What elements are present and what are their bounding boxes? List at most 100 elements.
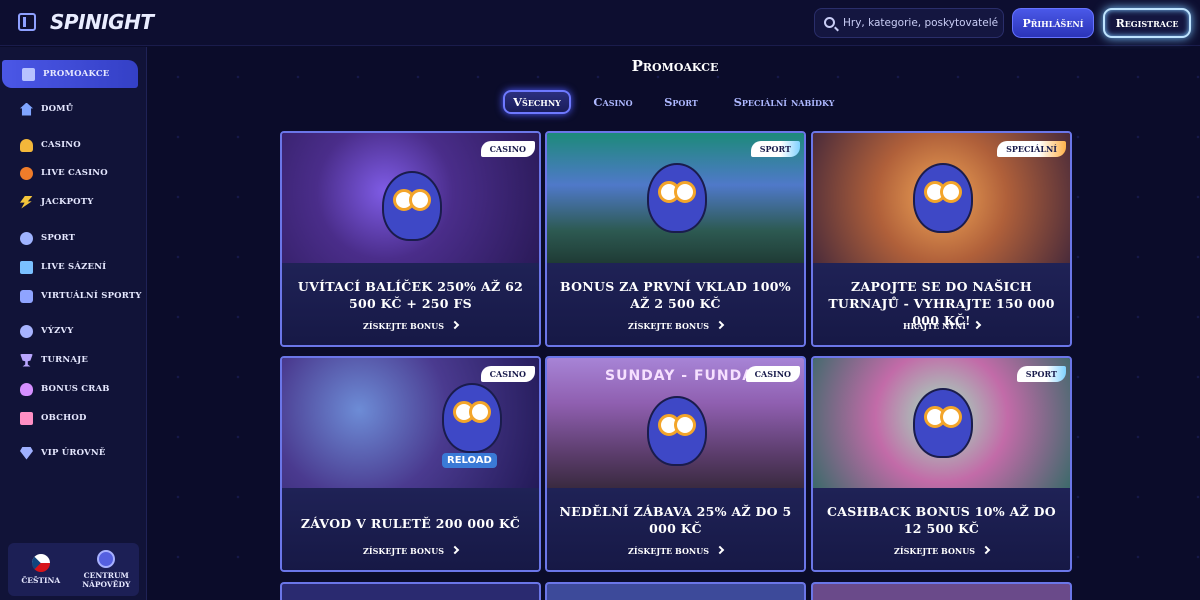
owl-mascot	[913, 163, 973, 233]
sidebar-item-label: Casino	[41, 140, 81, 150]
cta-label: Získejte bonus	[363, 546, 444, 556]
sidebar-item-label: Obchod	[41, 413, 87, 423]
owl-mascot	[647, 163, 707, 233]
sidebar-item-label: Virtuální sporty	[41, 291, 142, 301]
owl-mascot	[442, 383, 502, 453]
sidebar-item-casino[interactable]: Casino	[0, 131, 147, 159]
sidebar-item-bonus-crab[interactable]: Bonus crab	[0, 375, 147, 403]
tab-special-offers[interactable]: Speciální nabídky	[720, 90, 848, 114]
sidebar-item-label: Výzvy	[41, 326, 74, 336]
card-cta-link[interactable]: Získejte bonus	[282, 545, 539, 556]
card-title: Cashback bonus 10% až do 12 500 Kč	[826, 504, 1057, 536]
owl-mascot	[382, 171, 442, 241]
diamond-icon	[20, 446, 33, 460]
sidebar-item-label: Turnaje	[41, 355, 89, 365]
chevron-right-icon	[715, 320, 725, 330]
chevron-right-icon	[715, 545, 725, 555]
cta-label: Získejte bonus	[894, 546, 975, 556]
card-title: Uvítací balíček 250% až 62 500 Kč + 250 …	[297, 279, 524, 311]
cta-label: Získejte bonus	[363, 321, 444, 331]
promo-card-partial[interactable]	[280, 582, 541, 600]
sidebar-item-label: Sport	[41, 233, 76, 243]
tab-sport[interactable]: Sport	[654, 90, 708, 114]
sidebar: Promoakce Domů Casino Live casino Jackpo…	[0, 47, 147, 600]
promo-card[interactable]: Casino Uvítací balíček 250% až 62 500 Kč…	[280, 131, 541, 347]
register-button[interactable]: Registrace	[1103, 8, 1191, 38]
czech-flag-icon	[31, 554, 50, 572]
top-header: SPINIGHT Přihlášení Registrace	[0, 0, 1200, 46]
owl-mascot	[913, 388, 973, 458]
card-cta-link[interactable]: Získejte bonus	[547, 320, 804, 331]
sunday-funday-banner: SUNDAY - FUNDAY	[605, 368, 764, 384]
search-input[interactable]	[843, 17, 1003, 29]
sidebar-item-tournaments[interactable]: Turnaje	[0, 346, 147, 374]
language-label: Čeština	[21, 576, 61, 585]
category-badge: Sport	[1016, 366, 1066, 382]
chevron-right-icon	[981, 545, 991, 555]
crab-icon	[20, 382, 33, 396]
sidebar-item-jackpots[interactable]: Jackpoty	[0, 188, 147, 216]
sidebar-item-label: Bonus crab	[41, 384, 110, 394]
help-label-line2: nápovědy	[82, 580, 131, 589]
category-badge: Casino	[745, 366, 800, 382]
sidebar-item-label: Promoakce	[43, 69, 110, 79]
gift-icon	[22, 67, 35, 81]
sidebar-item-vip[interactable]: VIP úrovně	[0, 439, 147, 467]
login-button[interactable]: Přihlášení	[1012, 8, 1094, 38]
sidebar-item-live-betting[interactable]: Live sázení	[0, 253, 147, 281]
sidebar-item-label: Jackpoty	[41, 197, 94, 207]
shop-icon	[20, 411, 33, 425]
help-icon	[97, 550, 116, 568]
sidebar-toggle-icon[interactable]	[18, 13, 36, 31]
reload-label: RELOAD	[442, 453, 497, 468]
card-cta-link[interactable]: Hrajte nyní	[813, 320, 1070, 331]
owl-mascot	[647, 396, 707, 466]
help-label-line1: Centrum	[83, 571, 129, 580]
tab-casino[interactable]: Casino	[583, 90, 643, 114]
chevron-right-icon	[450, 545, 460, 555]
page-title: Promoakce	[631, 57, 719, 75]
sidebar-footer: Čeština Centrum nápovědy	[8, 543, 139, 596]
sidebar-item-label: Live sázení	[41, 262, 107, 272]
virtual-sports-icon	[20, 289, 33, 303]
category-badge: Casino	[480, 141, 535, 157]
sidebar-item-sport[interactable]: Sport	[0, 224, 147, 252]
sidebar-item-live-casino[interactable]: Live casino	[0, 159, 147, 187]
promo-card[interactable]: Speciální Zapojte se do našich turnajů -…	[811, 131, 1072, 347]
sidebar-item-label: VIP úrovně	[41, 448, 106, 458]
trophy-icon	[20, 353, 33, 367]
cta-label: Hrajte nyní	[902, 321, 967, 331]
language-selector[interactable]: Čeština	[8, 543, 74, 596]
sidebar-item-promotions[interactable]: Promoakce	[2, 60, 138, 88]
jackpot-icon	[20, 195, 33, 209]
category-badge: Casino	[480, 366, 535, 382]
category-badge: Sport	[750, 141, 800, 157]
card-cta-link[interactable]: Získejte bonus	[282, 320, 539, 331]
sport-icon	[20, 231, 33, 245]
card-title: Závod v ruletě 200 000 Kč	[300, 516, 521, 531]
chevron-right-icon	[450, 320, 460, 330]
help-center-link[interactable]: Centrum nápovědy	[74, 543, 140, 596]
promo-card[interactable]: Sport Bonus za první vklad 100% až 2 500…	[545, 131, 806, 347]
cta-label: Získejte bonus	[628, 321, 709, 331]
promo-card[interactable]: Sport Cashback bonus 10% až do 12 500 Kč…	[811, 356, 1072, 572]
promo-card[interactable]: RELOAD Casino Závod v ruletě 200 000 Kč …	[280, 356, 541, 572]
sidebar-item-virtual-sports[interactable]: Virtuální sporty	[0, 282, 147, 310]
cta-label: Získejte bonus	[628, 546, 709, 556]
tab-all[interactable]: Všechny	[503, 90, 571, 114]
promo-card-partial[interactable]	[811, 582, 1072, 600]
promo-card-partial[interactable]	[545, 582, 806, 600]
live-casino-icon	[20, 166, 33, 180]
challenges-icon	[20, 324, 33, 338]
promo-tabs: Všechny Casino Sport Speciální nabídky	[0, 90, 1200, 114]
card-cta-link[interactable]: Získejte bonus	[813, 545, 1070, 556]
sidebar-item-label: Live casino	[41, 168, 108, 178]
logo[interactable]: SPINIGHT	[50, 10, 154, 34]
search-box[interactable]	[814, 8, 1004, 38]
live-betting-icon	[20, 260, 33, 274]
sidebar-item-challenges[interactable]: Výzvy	[0, 317, 147, 345]
sidebar-item-shop[interactable]: Obchod	[0, 404, 147, 432]
chevron-right-icon	[972, 320, 982, 330]
card-cta-link[interactable]: Získejte bonus	[547, 545, 804, 556]
promo-card[interactable]: SUNDAY - FUNDAY Casino Nedělní zábava 25…	[545, 356, 806, 572]
